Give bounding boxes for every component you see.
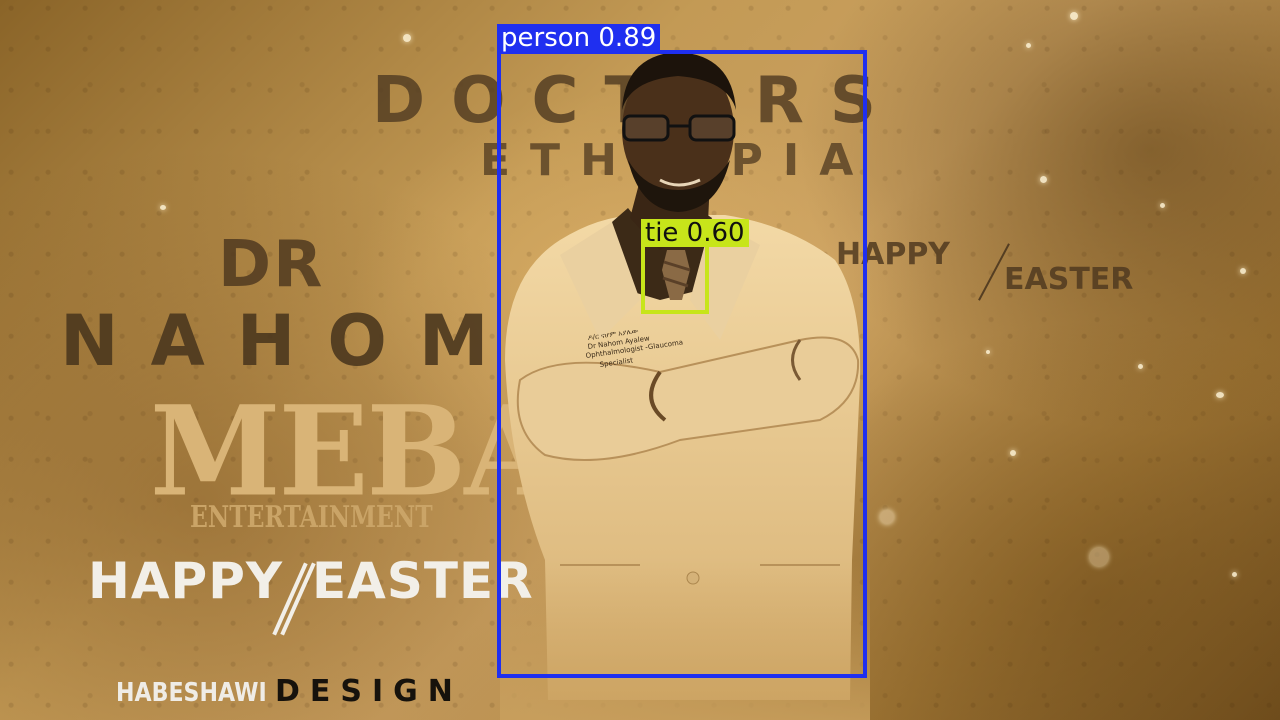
greeting-left-happy: HAPPY xyxy=(88,552,284,610)
tie-detection-label: tie 0.60 xyxy=(641,219,749,247)
person-bounding-box xyxy=(497,50,867,678)
person-detection-label: person 0.89 xyxy=(497,24,661,52)
credit-design: DESIGN xyxy=(275,674,463,709)
credit-habeshawi: HABESHAWI xyxy=(116,678,267,708)
poster-canvas: DOCTORS ETHIOPIA DR NAHOM MEBA ENTERTAIN… xyxy=(0,0,1280,720)
tie-bounding-box xyxy=(641,243,709,314)
